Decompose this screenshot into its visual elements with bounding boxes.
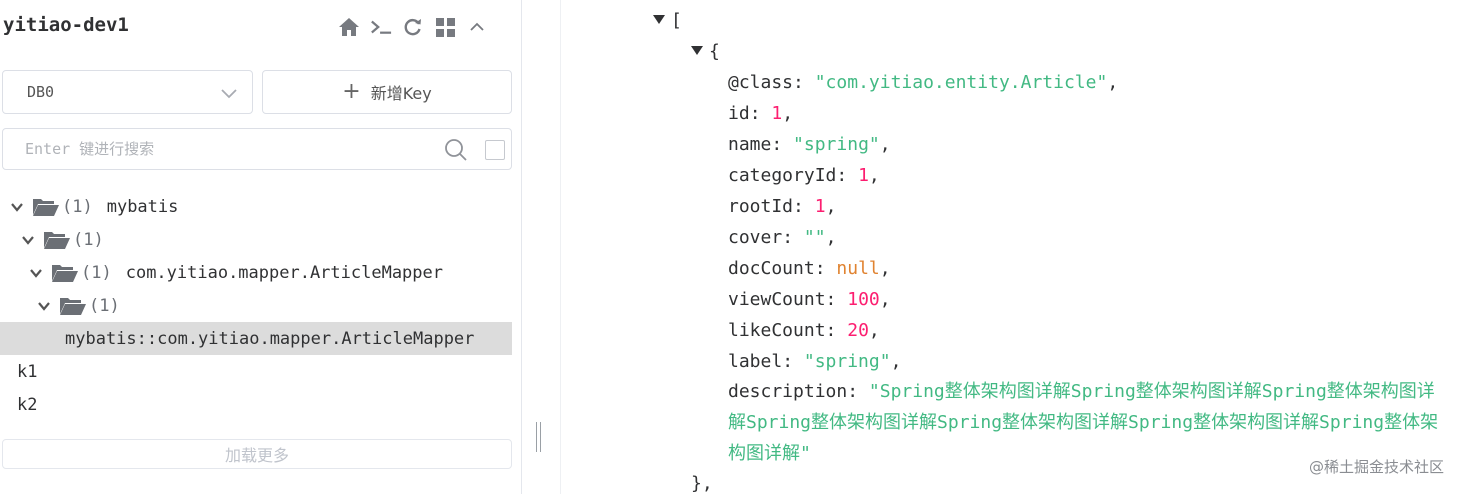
- chevron-down-icon[interactable]: [37, 299, 51, 313]
- db-select-value: DB0: [27, 83, 55, 101]
- json-key: likeCount: [728, 320, 826, 341]
- json-field: likeCount: 20,: [728, 320, 880, 341]
- json-array-open[interactable]: [: [653, 5, 682, 36]
- tree-key-item-selected[interactable]: mybatis::com.yitiao.mapper.ArticleMapper: [0, 322, 512, 355]
- key-tree: (1) mybatis (1) (1) com.yitiao.mapper.Ar…: [0, 190, 512, 421]
- json-value: 1: [814, 196, 826, 217]
- tree-key-item[interactable]: k2: [0, 388, 512, 421]
- chevron-down-icon: [220, 84, 238, 106]
- connection-title[interactable]: yitiao-dev1: [3, 14, 129, 36]
- json-field: @class: "com.yitiao.entity.Article",: [728, 72, 1119, 93]
- panel-resize-handle[interactable]: [536, 422, 544, 452]
- connection-panel: yitiao-dev1 DB0 + 新增Key Enter 键进行搜索 (1) …: [0, 0, 522, 494]
- load-more-button[interactable]: 加载更多: [2, 439, 512, 469]
- watermark: @稀土掘金技术社区: [1308, 458, 1444, 476]
- json-field: cover: "",: [728, 227, 837, 248]
- chevron-down-icon[interactable]: [21, 233, 35, 247]
- search-input[interactable]: [25, 137, 425, 161]
- json-value: 100: [847, 289, 880, 310]
- tree-count: (1): [62, 196, 93, 217]
- json-key: viewCount: [728, 289, 826, 310]
- folder-open-icon: [59, 296, 87, 316]
- search-box: [2, 128, 512, 170]
- json-key: id: [728, 103, 750, 124]
- json-key: @class: [728, 72, 794, 93]
- exact-search-checkbox[interactable]: [485, 140, 505, 160]
- json-key: name: [728, 134, 772, 155]
- json-key: rootId: [728, 196, 794, 217]
- tree-key-item[interactable]: k1: [0, 355, 512, 388]
- folder-open-icon: [51, 263, 79, 283]
- tree-count: (1): [73, 229, 104, 250]
- json-key: description: [728, 381, 848, 402]
- collapse-toggle-icon[interactable]: [691, 46, 703, 55]
- tree-folder[interactable]: (1): [0, 289, 512, 322]
- json-value: "com.yitiao.entity.Article": [814, 72, 1108, 93]
- add-key-button[interactable]: + 新增Key: [262, 70, 512, 114]
- json-field: categoryId: 1,: [728, 165, 880, 186]
- add-key-label: 新增Key: [370, 84, 432, 103]
- json-field: viewCount: 100,: [728, 289, 891, 310]
- tree-key-label: k1: [17, 361, 38, 382]
- terminal-icon[interactable]: [370, 14, 392, 40]
- db-select[interactable]: DB0: [2, 70, 253, 114]
- json-value: null: [836, 258, 880, 279]
- plus-icon: +: [342, 79, 361, 104]
- chevron-down-icon[interactable]: [29, 266, 43, 280]
- json-key: label: [728, 351, 783, 372]
- json-field: label: "spring",: [728, 351, 902, 372]
- tree-key-label: k2: [17, 394, 38, 415]
- json-value: 20: [847, 320, 869, 341]
- json-key: docCount: [728, 258, 815, 279]
- json-field: docCount: null,: [728, 258, 891, 279]
- json-value: 1: [858, 165, 869, 186]
- connection-toolbar: [338, 14, 488, 40]
- collapse-toggle-icon[interactable]: [653, 15, 665, 24]
- chevron-up-icon[interactable]: [466, 14, 488, 40]
- refresh-icon[interactable]: [402, 14, 424, 40]
- json-bracket: [: [671, 10, 682, 31]
- grid-icon[interactable]: [434, 14, 456, 40]
- tree-folder-articlemapper[interactable]: (1) com.yitiao.mapper.ArticleMapper: [0, 256, 512, 289]
- home-icon[interactable]: [338, 14, 360, 40]
- json-key: cover: [728, 227, 783, 248]
- tree-count: (1): [81, 262, 112, 283]
- search-icon[interactable]: [444, 138, 468, 166]
- tree-count: (1): [89, 295, 120, 316]
- json-field: name: "spring",: [728, 134, 891, 155]
- folder-open-icon: [43, 230, 71, 250]
- json-value: 1: [771, 103, 783, 124]
- folder-open-icon: [32, 197, 60, 217]
- json-value: "": [803, 227, 826, 248]
- chevron-down-icon[interactable]: [10, 200, 24, 214]
- json-field: rootId: 1,: [728, 196, 837, 217]
- json-key: categoryId: [728, 165, 837, 186]
- tree-folder-mybatis[interactable]: (1) mybatis: [0, 190, 512, 223]
- json-field: id: 1,: [728, 103, 794, 124]
- json-object-close: },: [691, 468, 713, 494]
- json-object-open[interactable]: {: [691, 36, 720, 67]
- json-brace: {: [709, 41, 720, 62]
- tree-label: com.yitiao.mapper.ArticleMapper: [125, 262, 443, 283]
- json-viewer: [ { @class: "com.yitiao.entity.Article",…: [560, 0, 1460, 494]
- tree-label: mybatis: [106, 196, 179, 217]
- json-value: "spring": [803, 351, 891, 372]
- tree-key-label: mybatis::com.yitiao.mapper.ArticleMapper: [65, 328, 475, 349]
- json-value: "spring": [793, 134, 880, 155]
- json-brace: },: [691, 473, 713, 494]
- tree-folder[interactable]: (1): [0, 223, 512, 256]
